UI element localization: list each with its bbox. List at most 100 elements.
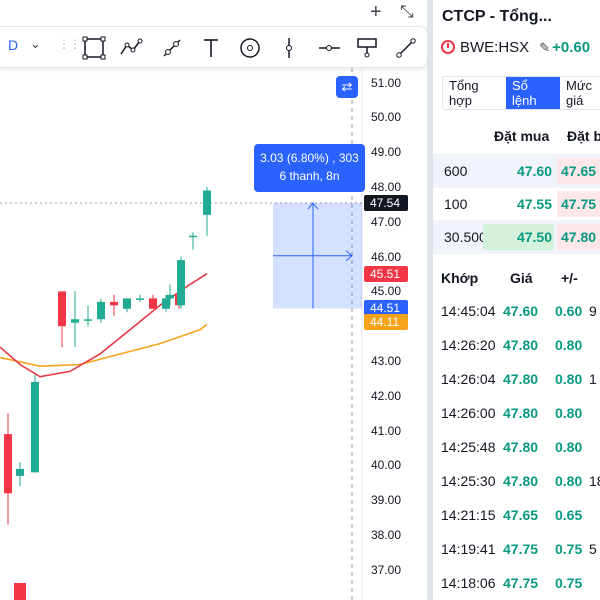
trade-row[interactable]: 14:25:48 47.80 0.80 [433,430,600,464]
price-axis-label: 46.00 [371,250,402,264]
ma-fast-line [0,273,208,378]
price-axis-label: 49.00 [371,145,402,159]
trade-price: 47.75 [503,541,539,557]
tab-overview[interactable]: Tổng hợp [443,77,506,109]
trade-price: 47.75 [503,575,539,591]
measure-tooltip-change: 3.03 (6.80%) , 303 [260,151,359,165]
orderbook-row[interactable]: 30.500 47.50 47.80 [433,220,600,254]
trade-change: 0.80 [555,405,583,421]
trade-row[interactable]: 14:25:30 47.80 0.80 18 [433,464,600,498]
candle-body [4,434,12,494]
trade-time: 14:19:41 [441,541,496,557]
trade-row[interactable]: 14:26:00 47.80 0.80 [433,396,600,430]
trade-time: 14:18:06 [441,575,496,591]
orderbook-bid-price: 47.55 [516,196,552,212]
trade-time: 14:45:04 [441,303,496,319]
candle-body [58,291,66,327]
orderbook-bid-cell: 47.60 [483,158,554,184]
trade-price: 47.80 [503,405,539,421]
price-axis-label: 45.00 [371,284,402,298]
orderbook-volume: 100 [444,196,468,212]
price-axis-label: 50.00 [371,110,402,124]
orderbook-bid-cell: 47.50 [483,224,554,250]
trade-time: 14:26:00 [441,405,496,421]
measure-tooltip: 3.03 (6.80%) , 303 6 thanh, 8n [254,144,365,192]
candle-body [123,298,131,309]
candle-body [177,260,185,306]
candle-body [162,298,170,309]
trade-row[interactable]: 14:21:15 47.65 0.65 [433,498,600,532]
price-axis-label: 51.00 [371,76,402,90]
trade-volume: 5 [589,541,597,557]
orderbook-ask-price: 47.65 [561,163,597,179]
tab-orderbook[interactable]: Sổ lệnh [506,77,560,109]
orderbook-bid-price: 47.60 [516,163,552,179]
trades-price-header: Giá [510,270,533,286]
current-price-tag: 47.54 [364,195,408,211]
trades-time-header: Khớp [441,270,479,286]
candle-body [16,468,24,476]
trade-volume: 1 [589,371,597,387]
candle-body [189,235,197,238]
symbol-row: BWE:HSX ✎ +0.60 [441,38,590,58]
candle-body [84,319,92,321]
trade-time: 14:25:48 [441,439,496,455]
orderbook-row[interactable]: 600 47.60 47.65 [433,154,600,188]
price-axis-label: 47.00 [371,215,402,229]
candle-body [31,381,39,473]
orderbook-row[interactable]: 100 47.55 47.75 [433,187,600,221]
candle-body [203,190,211,215]
company-title: CTCP - Tổng... [442,8,552,25]
clock-icon [441,40,455,54]
sync-icon[interactable]: ⇄ [336,76,358,98]
price-axis-label: 42.00 [371,389,402,403]
candle-body [97,301,105,320]
candle-body [71,319,79,323]
pencil-icon[interactable]: ✎ [539,40,550,55]
trade-change: 0.65 [555,507,583,523]
orderbook-ask-price: 47.80 [561,229,597,245]
trade-row[interactable]: 14:26:20 47.80 0.80 [433,328,600,362]
price-axis-label: 41.00 [371,424,402,438]
candle-body [136,298,144,300]
trade-change: 0.80 [555,473,583,489]
trade-change: 0.80 [555,371,583,387]
candle-body [166,294,174,299]
price-axis-label: 38.00 [371,528,402,542]
price-axis-label: 40.00 [371,458,402,472]
price-chart[interactable] [0,0,427,600]
trade-row[interactable]: 14:19:41 47.75 0.75 5 [433,532,600,566]
trade-price: 47.80 [503,371,539,387]
app-root: + ⤡ D ⌄ ⋮⋮ 51.00 50.00 49.00 48.00 47.00… [0,0,600,600]
candle-body [14,583,26,600]
tab-price-levels[interactable]: Mức giá [560,77,600,109]
ma-slow-price-tag: 44.11 [364,314,408,330]
trade-row[interactable]: 14:18:06 47.75 0.75 [433,566,600,600]
price-axis-label: 39.00 [371,493,402,507]
orderbook-volume: 600 [444,163,468,179]
trade-row[interactable]: 14:45:04 47.60 0.60 9 [433,294,600,328]
candle-body [149,298,157,309]
ma-fast-price-tag: 45.51 [364,266,408,282]
trade-volume: 9 [589,303,597,319]
trade-price: 47.80 [503,439,539,455]
trade-volume: 18 [589,473,600,489]
price-axis-label: 37.00 [371,563,402,577]
price-axis-label: 48.00 [371,180,402,194]
trades-change-header: +/- [561,270,578,286]
orderbook-bid-header: Đặt mua [494,128,550,144]
trade-row[interactable]: 14:26:04 47.80 0.80 1 [433,362,600,396]
orderbook-ask-price: 47.75 [561,196,597,212]
price-axis-label: 43.00 [371,354,402,368]
trade-time: 14:21:15 [441,507,496,523]
panel-tabs: Tổng hợp Sổ lệnh Mức giá [442,76,600,110]
chart-pane[interactable]: + ⤡ D ⌄ ⋮⋮ 51.00 50.00 49.00 48.00 47.00… [0,0,428,600]
orderbook-ask-header: Đặt bán [567,128,600,144]
symbol-name[interactable]: BWE:HSX [460,39,529,56]
trade-change: 0.75 [555,541,583,557]
trade-change: 0.80 [555,337,583,353]
trade-change: 0.60 [555,303,583,319]
trade-price: 47.60 [503,303,539,319]
ma-slow-line [0,323,208,368]
detail-panel: CTCP - Tổng... BWE:HSX ✎ +0.60 Tổng hợp Sổ… [433,0,600,600]
